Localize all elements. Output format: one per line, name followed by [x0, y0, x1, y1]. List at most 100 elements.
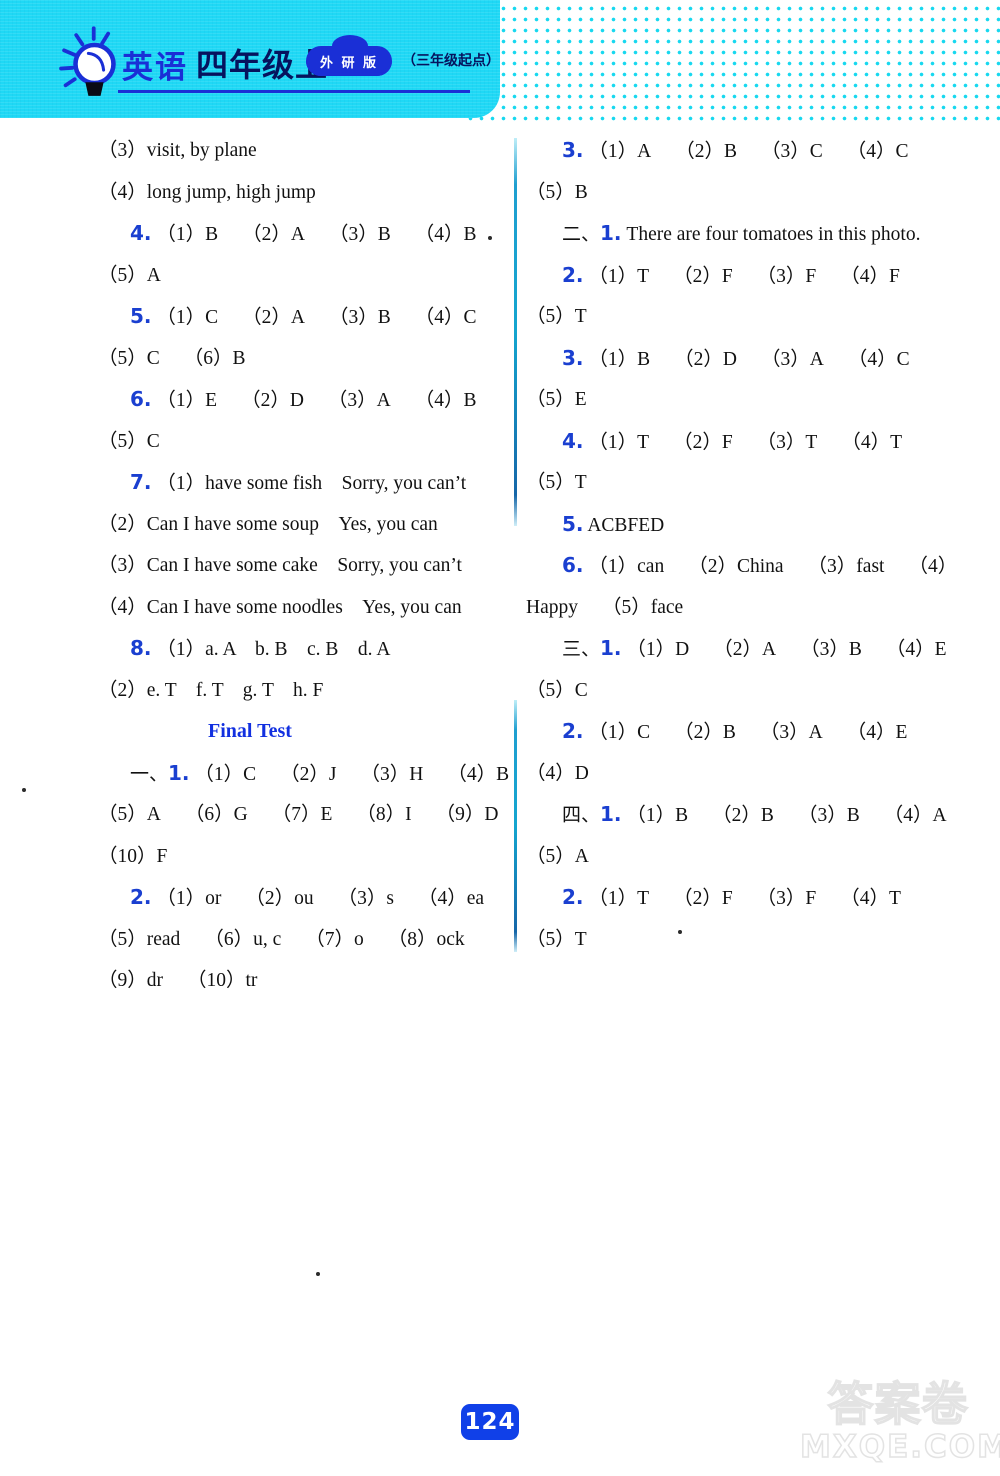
question-number: 1. — [600, 221, 622, 245]
answer-line: 一、1. （1）C （2）J （3）H （4）B — [0, 753, 509, 795]
answer-line: 2. （1）T （2）F （3）F （4）F — [520, 255, 990, 297]
section-marker: 三、 — [562, 639, 601, 660]
answer-item: （9）dr — [98, 970, 163, 991]
answer-item: （1）C — [588, 722, 651, 743]
answer-item: （2）Can I have some soup Yes, you can — [98, 513, 438, 535]
scan-speck — [488, 236, 492, 240]
answer-item: （2）F — [673, 265, 733, 287]
question-number: 8. — [130, 636, 152, 660]
answer-line: （10）F — [0, 836, 500, 878]
answer-item: （5）T — [526, 928, 587, 950]
answer-line: （4）D — [520, 753, 990, 795]
answer-line: （5）T — [520, 462, 990, 504]
answer-line: 7. （1）have some fish Sorry, you can’t — [0, 462, 500, 504]
answer-item: （3）H — [360, 763, 424, 785]
answer-line: （5）T — [520, 919, 990, 961]
answer-item: （1）B — [626, 805, 689, 826]
answer-line: Happy （5）face — [520, 587, 990, 629]
answer-item: （1）A — [588, 141, 652, 162]
answer-item: （3）F — [756, 265, 817, 287]
answer-item: （1）B — [588, 348, 651, 370]
answer-item: （4）C — [847, 348, 910, 370]
scan-speck — [678, 930, 682, 934]
answer-item: （5）C — [526, 679, 588, 701]
scan-speck — [22, 788, 26, 792]
answer-item: （2）F — [673, 431, 733, 453]
answer-item: （4）C — [414, 307, 477, 328]
column-divider-lower — [514, 700, 517, 952]
answer-item: （4）F — [840, 265, 900, 287]
answer-item: （4）B — [447, 763, 510, 785]
answer-item: （9）D — [435, 804, 499, 825]
question-number: 3. — [562, 138, 584, 162]
answer-item: There are four tomatoes in this photo. — [626, 224, 921, 245]
answer-item: （1）D — [626, 639, 690, 660]
answer-item: （3）B — [800, 639, 862, 660]
answer-item: （4）long jump, high jump — [98, 181, 316, 203]
answer-item: （4）Can I have some noodles Yes, you can — [98, 596, 462, 618]
answer-line: （5）C — [520, 670, 990, 712]
answer-line: （5）B — [520, 172, 990, 214]
answer-item: （3）s — [337, 888, 394, 909]
answer-item: （3）A — [327, 390, 391, 411]
answer-item: （4）D — [526, 762, 589, 784]
question-number: 2. — [130, 885, 152, 909]
answer-item: （5）read — [98, 928, 181, 950]
dot-pattern-decoration — [462, 0, 1000, 122]
answer-item: （5）A — [526, 845, 589, 867]
answer-item: （8）ock — [387, 928, 465, 950]
question-number: 7. — [130, 470, 152, 494]
answer-line: （2）Can I have some soup Yes, you can — [0, 504, 500, 546]
answer-item: Happy — [526, 596, 578, 618]
answer-item: （5）A — [98, 804, 161, 825]
answer-line: （3）Can I have some cake Sorry, you can’t — [0, 545, 500, 587]
answer-line: 2. （1）T （2）F （3）F （4）T — [520, 877, 990, 919]
answer-item: （4）E — [885, 639, 947, 660]
answer-line: （5）A （6）G （7）E （8）I （9）D — [0, 794, 500, 836]
column-divider-upper — [514, 138, 517, 526]
left-answer-column: （3）visit, by plane （4）long jump, high jum… — [0, 130, 509, 1002]
answer-item: （1）T — [588, 888, 650, 909]
answer-line: （5）A — [520, 836, 990, 878]
answer-line: （5）A — [0, 255, 500, 297]
answer-item: （3）C — [761, 141, 823, 162]
answer-item: （5）B — [526, 181, 588, 203]
answer-item: （2）A — [242, 224, 305, 245]
answer-key-page: 英语 四年级上 外 研 版 （三年级起点） （3）visit, by plane… — [0, 0, 1000, 1476]
answer-item: （3）T — [756, 431, 818, 453]
answer-item: （1）T — [588, 265, 650, 287]
answer-item: （3）Can I have some cake Sorry, you can’t — [98, 555, 462, 576]
answer-item: （8）I — [356, 804, 412, 825]
answer-line: 6. （1）can （2）China （3）fast （4） — [520, 545, 990, 587]
answer-item: （4）ea — [418, 888, 485, 909]
answer-item: （1）or — [156, 888, 222, 909]
edition-badge: 外 研 版 — [306, 35, 392, 76]
answer-item: （1）T — [588, 431, 650, 453]
answer-item: （3）F — [756, 888, 817, 909]
answer-item: （1）a. A b. B c. B d. A — [156, 639, 391, 660]
answer-item: （5）E — [526, 389, 587, 410]
answer-item: （4）B — [414, 224, 477, 245]
answer-item: （5）C — [98, 347, 160, 369]
question-number: 4. — [130, 221, 152, 245]
answer-line: 3. （1）A （2）B （3）C （4）C — [520, 130, 990, 172]
answer-item: （6）u, c — [204, 928, 282, 950]
answer-line: 2. （1）C （2）B （3）A （4）E — [520, 711, 990, 753]
question-number: 6. — [130, 387, 152, 411]
page-header: 英语 四年级上 外 研 版 （三年级起点） — [0, 0, 1000, 122]
answer-line: （4）Can I have some noodles Yes, you can — [0, 587, 500, 629]
answer-item: （10）tr — [187, 970, 258, 991]
answer-item: （1）E — [156, 390, 218, 411]
question-number: 1. — [600, 802, 622, 826]
answer-line: （5）E — [520, 379, 990, 421]
watermark-domain: MXQE.COM — [799, 1429, 1000, 1465]
answer-item: （2）F — [673, 888, 733, 909]
answer-item: （2）B — [674, 722, 736, 743]
answer-line: （5）T — [520, 296, 990, 338]
answer-line: 8. （1）a. A b. B c. B d. A — [0, 628, 500, 670]
section-marker: 四、 — [562, 805, 601, 826]
answer-item: （5）C — [98, 430, 160, 452]
answer-item: （2）A — [713, 639, 777, 660]
answer-item: （3）B — [329, 307, 391, 328]
answer-item: （7）o — [305, 928, 364, 950]
